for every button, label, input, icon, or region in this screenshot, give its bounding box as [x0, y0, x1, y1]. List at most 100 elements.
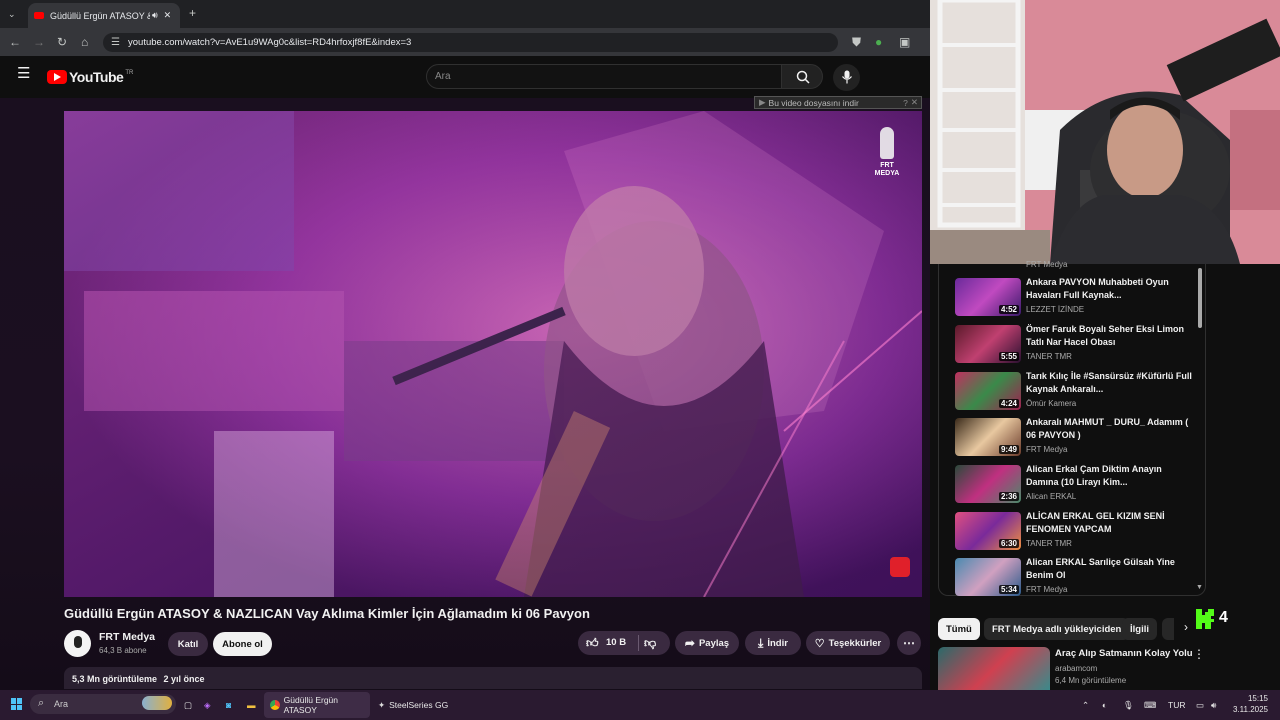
chip-all[interactable]: Tümü	[938, 618, 980, 640]
share-arrow-icon: ➦	[684, 636, 695, 650]
taskbar-clock[interactable]: 15:15 3.11.2025	[1232, 693, 1268, 715]
playlist-item-channel: Alican ERKAL	[1026, 492, 1077, 501]
video-thumbnail[interactable]: 4:52	[955, 278, 1021, 316]
tray-app-icon[interactable]: ◐	[1102, 692, 1107, 718]
video-player[interactable]: FRT MEDYA	[64, 111, 922, 597]
chip-related[interactable]: İlgili	[1122, 618, 1157, 640]
search-input[interactable]: Ara	[426, 64, 782, 89]
channel-name[interactable]: FRT Medya	[99, 631, 155, 643]
input-language[interactable]: TUR	[1168, 692, 1185, 718]
channel-watermark: FRT MEDYA	[870, 127, 904, 178]
thanks-label: Teşekkürler	[828, 637, 882, 649]
playlist-item[interactable]: 5:55 Ömer Faruk Boyalı Seher Eksi Limon …	[955, 323, 1200, 367]
download-bar-close-icon[interactable]: ✕	[911, 97, 918, 108]
playlist-item[interactable]: 5:34 Alican ERKAL Sarıliçe Gülsah Yine B…	[955, 556, 1200, 600]
thanks-heart-icon: ♡	[814, 637, 825, 650]
browser-tab-active[interactable]: Güdüllü Ergün ATASOY & N 🔊︎ ✕	[28, 3, 180, 28]
task-view-icon[interactable]: ▢	[184, 692, 192, 718]
copilot-icon[interactable]: ◈	[204, 692, 211, 718]
playlist-item-title[interactable]: Alican Erkal Çam Diktim Anayın Damına (1…	[1026, 463, 1196, 489]
hamburger-menu-icon[interactable]: ☰	[17, 66, 30, 81]
video-thumbnail[interactable]: 5:55	[955, 325, 1021, 363]
playlist-item[interactable]: 4:52 Ankara PAVYON Muhabbeti Oyun Havala…	[955, 276, 1200, 320]
playlist-item-title[interactable]: Ömer Faruk Boyalı Seher Eksi Limon Tatlı…	[1026, 323, 1196, 349]
subscribe-button[interactable]: Abone ol	[213, 632, 272, 656]
playlist-item-title[interactable]: Tarık Kılıç İle #Sansürsüz #Küfürlü Full…	[1026, 370, 1196, 396]
tab-list-chevron-icon[interactable]: ⌄	[8, 8, 16, 20]
forward-icon[interactable]: →	[33, 36, 45, 48]
video-thumbnail[interactable]: 6:30	[955, 512, 1021, 550]
tray-keyboard-icon[interactable]: ⌨	[1144, 692, 1156, 718]
search-button[interactable]	[781, 64, 823, 89]
chips-next-chevron-icon[interactable]: ›	[1184, 620, 1188, 634]
download-video-bar[interactable]: ▶ Bu video dosyasını indir ? ✕	[754, 96, 922, 109]
reload-icon[interactable]: ↻	[57, 36, 67, 48]
voice-search-button[interactable]	[833, 64, 860, 91]
playlist-item-title[interactable]: Ankaralı MAHMUT _ DURU_ Adamım ( 06 PAVY…	[1026, 416, 1196, 442]
thumbs-up-icon[interactable]: 👍︎	[586, 636, 599, 651]
address-bar[interactable]: ☰ youtube.com/watch?v=AvE1u9WAg0c&list=R…	[103, 33, 838, 52]
video-duration: 2:36	[998, 492, 1019, 501]
extension-green-icon[interactable]: ●	[875, 36, 882, 48]
video-thumbnail[interactable]: 9:49	[955, 418, 1021, 456]
kick-viewer-count: 4	[1219, 609, 1228, 626]
home-icon[interactable]: ⌂	[81, 36, 88, 48]
extension-wallet-icon[interactable]: ▣	[899, 36, 910, 48]
playlist-item-title[interactable]: Alican ERKAL Sarıliçe Gülsah Yine Benim …	[1026, 556, 1196, 582]
windows-start-icon[interactable]	[11, 698, 23, 710]
view-count: 5,3 Mn görüntüleme	[72, 674, 158, 684]
subscriber-count: 64,3 B abone	[99, 646, 147, 655]
thanks-button[interactable]: ♡ Teşekkürler	[806, 631, 890, 655]
recommended-views: 6,4 Mn görüntüleme	[1055, 676, 1127, 685]
playlist-item[interactable]: 9:49 Ankaralı MAHMUT _ DURU_ Adamım ( 06…	[955, 416, 1200, 460]
playlist-item-channel: TANER TMR	[1026, 539, 1072, 548]
new-tab-icon[interactable]: +	[189, 7, 196, 19]
join-button[interactable]: Katıl	[168, 632, 208, 656]
tab-close-icon[interactable]: ✕	[164, 10, 172, 21]
site-info-icon[interactable]: ☰	[111, 37, 120, 49]
like-dislike-group: 👍︎ 10 B 👎︎	[578, 631, 670, 655]
taskbar-search[interactable]: ⌕ Ara	[30, 694, 176, 714]
download-bar-label: Bu video dosyasını indir	[768, 97, 859, 108]
playlist-item-title[interactable]: Ankara PAVYON Muhabbeti Oyun Havaları Fu…	[1026, 276, 1196, 302]
volume-icon[interactable]: 🔊︎	[1211, 692, 1216, 718]
youtube-logo[interactable]: YouTube TR	[47, 69, 133, 85]
taskbar-app-steelseries[interactable]: ✦ SteelSeries GG	[378, 692, 448, 718]
recommended-thumbnail[interactable]	[938, 647, 1050, 690]
kick-k-shape	[1196, 609, 1214, 629]
playlist-item-title[interactable]: ALİCAN ERKAL GEL KIZIM SENİ FENOMEN YAPC…	[1026, 510, 1196, 536]
chip-partial[interactable]	[1162, 618, 1174, 640]
video-duration: 4:24	[998, 399, 1019, 408]
thumbs-down-icon[interactable]: 👎︎	[644, 636, 656, 651]
share-button[interactable]: ➦ Paylaş	[675, 631, 739, 655]
outlook-icon[interactable]: ◙	[226, 692, 231, 718]
back-icon[interactable]: ←	[9, 36, 21, 48]
playlist-item[interactable]: 4:24 Tarık Kılıç İle #Sansürsüz #Küfürlü…	[955, 370, 1200, 414]
download-button[interactable]: ⤓ İndir	[745, 631, 801, 655]
extension-shield-icon[interactable]: ⛊	[852, 36, 861, 48]
upload-age: 2 yıl önce	[163, 674, 205, 684]
more-actions-button[interactable]: ⋯	[897, 631, 921, 655]
like-count[interactable]: 10 B	[606, 637, 626, 648]
channel-avatar[interactable]	[64, 630, 91, 657]
network-icon[interactable]: ▭	[1196, 692, 1204, 718]
taskbar-app-chrome[interactable]: Güdüllü Ergün ATASOY	[264, 692, 370, 718]
download-bar-help-icon[interactable]: ?	[903, 98, 908, 108]
playlist-item[interactable]: 2:36 Alican Erkal Çam Diktim Anayın Damı…	[955, 463, 1200, 507]
recommended-channel: arabamcom	[1055, 664, 1098, 673]
tray-mic-icon[interactable]: 🎙︎	[1123, 692, 1134, 718]
download-icon: ⤓	[758, 635, 764, 650]
description-box[interactable]: 5,3 Mn görüntüleme 2 yıl önce	[64, 667, 922, 689]
video-thumbnail[interactable]: 5:34	[955, 558, 1021, 596]
share-label: Paylaş	[698, 637, 730, 649]
tray-overflow-chevron-icon[interactable]: ⌃	[1082, 692, 1089, 718]
playlist-item-channel: LEZZET İZİNDE	[1026, 305, 1085, 314]
audio-playing-icon[interactable]: 🔊︎	[152, 10, 158, 21]
video-thumbnail[interactable]: 4:24	[955, 372, 1021, 410]
recommended-title[interactable]: Araç Alıp Satmanın Kolay Yolu	[1055, 648, 1193, 659]
file-explorer-icon[interactable]: ▬	[247, 692, 256, 718]
playlist-item[interactable]: 6:30 ALİCAN ERKAL GEL KIZIM SENİ FENOMEN…	[955, 510, 1200, 554]
chip-from-uploader[interactable]: FRT Medya adlı yükleyiciden	[984, 618, 1130, 640]
recommended-more-icon[interactable]: ⋮	[1193, 647, 1205, 661]
video-thumbnail[interactable]: 2:36	[955, 465, 1021, 503]
